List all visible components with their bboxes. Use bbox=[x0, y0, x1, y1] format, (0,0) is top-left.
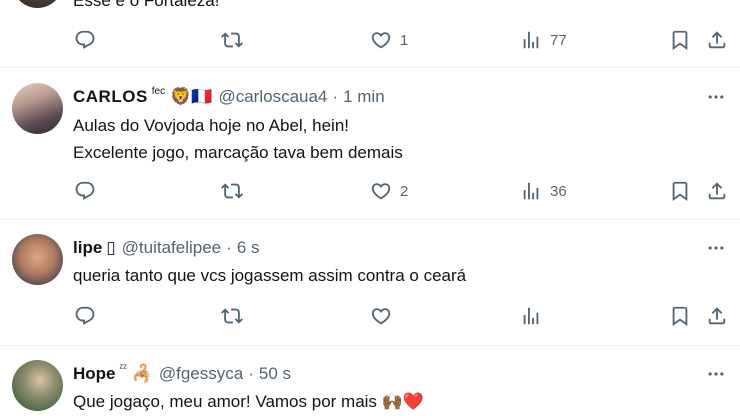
tweet-item[interactable]: Hope ᶻᶻ 🦂 @fgessyca · 50 s Que jogaço, m… bbox=[0, 346, 740, 416]
avatar[interactable] bbox=[12, 0, 63, 8]
name-superscript: ᶻᶻ bbox=[119, 362, 127, 374]
heart-icon bbox=[370, 180, 392, 202]
views-count: 77 bbox=[550, 31, 567, 49]
views-count: 36 bbox=[550, 182, 567, 200]
bookmark-button[interactable] bbox=[669, 176, 691, 206]
like-button[interactable]: 2 bbox=[370, 176, 408, 206]
name-emojis: 🦂 bbox=[131, 364, 153, 383]
views-button[interactable]: 77 bbox=[520, 25, 567, 55]
name-emojis: 🦁🇫🇷 bbox=[170, 87, 213, 106]
share-icon bbox=[706, 29, 728, 51]
retweet-button[interactable] bbox=[221, 25, 243, 55]
display-name[interactable]: CARLOS bbox=[73, 87, 148, 107]
bookmark-button[interactable] bbox=[669, 301, 691, 331]
like-button[interactable] bbox=[370, 301, 392, 331]
avatar[interactable] bbox=[12, 83, 63, 134]
separator-dot: · bbox=[226, 238, 232, 257]
heart-icon bbox=[370, 29, 392, 51]
avatar[interactable] bbox=[12, 234, 63, 285]
more-options-button[interactable] bbox=[704, 85, 728, 109]
timestamp[interactable]: 6 s bbox=[237, 238, 260, 258]
views-icon bbox=[520, 29, 542, 51]
views-icon bbox=[520, 180, 542, 202]
separator-dot: · bbox=[248, 364, 254, 383]
tweet-item[interactable]: lipe ▯ @tuitafelipee · 6 s queria tanto … bbox=[0, 220, 740, 346]
timestamp[interactable]: 1 min bbox=[343, 87, 385, 107]
reply-button[interactable] bbox=[74, 176, 96, 206]
more-icon bbox=[706, 238, 726, 258]
tweet-item[interactable]: Esse é o Fortaleza! 1 77 bbox=[0, 0, 740, 68]
more-options-button[interactable] bbox=[704, 236, 728, 260]
share-button[interactable] bbox=[706, 25, 728, 55]
bookmark-button[interactable] bbox=[669, 25, 691, 55]
tweet-item[interactable]: CARLOS fec 🦁🇫🇷 @carloscaua4 · 1 min Aula… bbox=[0, 68, 740, 220]
more-options-button[interactable] bbox=[704, 362, 728, 386]
reply-icon bbox=[74, 305, 96, 327]
share-button[interactable] bbox=[706, 301, 728, 331]
avatar[interactable] bbox=[12, 360, 63, 411]
like-count: 1 bbox=[400, 31, 409, 49]
user-handle[interactable]: @carloscaua4 bbox=[218, 87, 327, 107]
retweet-icon bbox=[221, 305, 243, 327]
share-icon bbox=[706, 180, 728, 202]
timestamp[interactable]: 50 s bbox=[259, 364, 291, 384]
reply-button[interactable] bbox=[74, 301, 96, 331]
share-icon bbox=[706, 305, 728, 327]
display-name[interactable]: Hope bbox=[73, 364, 116, 384]
user-handle[interactable]: @tuitafelipee bbox=[122, 238, 222, 258]
reply-button[interactable] bbox=[74, 25, 96, 55]
heart-icon bbox=[370, 305, 392, 327]
reply-icon bbox=[74, 29, 96, 51]
user-handle[interactable]: @fgessyca bbox=[159, 364, 243, 384]
name-superscript: fec bbox=[151, 85, 166, 97]
name-suffix-glyph: ▯ bbox=[106, 238, 116, 257]
bookmark-icon bbox=[669, 305, 691, 327]
bookmark-icon bbox=[669, 29, 691, 51]
share-button[interactable] bbox=[706, 176, 728, 206]
like-count: 2 bbox=[400, 182, 409, 200]
more-icon bbox=[706, 87, 726, 107]
retweet-icon bbox=[221, 29, 243, 51]
separator-dot: · bbox=[332, 87, 339, 106]
views-button[interactable]: 36 bbox=[520, 176, 567, 206]
retweet-icon bbox=[221, 180, 243, 202]
tweet-text: Esse é o Fortaleza! bbox=[73, 0, 220, 10]
reply-icon bbox=[74, 180, 96, 202]
tweet-text: queria tanto que vcs jogassem assim cont… bbox=[73, 266, 467, 285]
bookmark-icon bbox=[669, 180, 691, 202]
views-button[interactable] bbox=[520, 301, 542, 331]
more-icon bbox=[706, 364, 726, 384]
display-name[interactable]: lipe bbox=[73, 238, 102, 258]
tweet-text: Que jogaço, meu amor! Vamos por mais 🙌🏾❤… bbox=[73, 392, 424, 411]
views-icon bbox=[520, 305, 542, 327]
retweet-button[interactable] bbox=[221, 301, 243, 331]
like-button[interactable]: 1 bbox=[370, 25, 408, 55]
retweet-button[interactable] bbox=[221, 176, 243, 206]
tweet-text: Aulas do Vovjoda hoje no Abel, hein! Exc… bbox=[73, 116, 403, 162]
